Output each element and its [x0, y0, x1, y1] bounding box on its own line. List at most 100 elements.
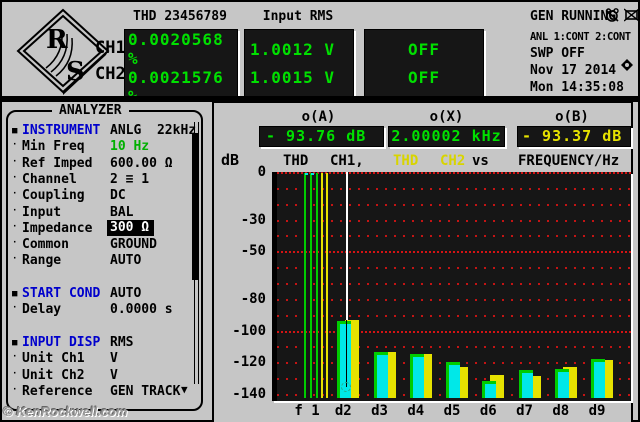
menu-item-value: AUTO: [110, 286, 141, 301]
item-marker-icon: ·: [12, 173, 17, 183]
bar-ch1-d8: [555, 369, 569, 398]
fundamental-outline-ch1-2: [316, 173, 318, 398]
y-tick--100: -100: [220, 323, 266, 339]
menu-item-value: V: [110, 351, 118, 366]
section-marker-icon: ■: [12, 126, 17, 136]
thd-header: THD 23456789: [124, 9, 236, 24]
fundamental-outline-ch2-0: [321, 173, 323, 398]
gridline--110db: [277, 346, 631, 348]
menu-item-value: DC: [110, 188, 126, 203]
menu-item-instrument[interactable]: ■INSTRUMENTANLG 22kHz: [12, 123, 196, 139]
x-tick-d8: d8: [541, 403, 581, 419]
menu-item-label: Input: [22, 205, 61, 220]
mouse-disabled-icon: [605, 8, 620, 22]
x-tick-d3: d3: [360, 403, 400, 419]
menu-item-value: RMS: [110, 335, 133, 350]
x-tick-d4: d4: [396, 403, 436, 419]
section-marker-icon: ■: [12, 338, 17, 348]
menu-item-input[interactable]: ·InputBAL: [12, 205, 196, 221]
date-label: Nov 17 2014: [530, 63, 616, 78]
menu-item-label: Unit Ch2: [22, 368, 85, 383]
ch2-label: CH2: [95, 64, 126, 84]
gridline--40db: [277, 235, 631, 237]
rms-ch2-value: 1.0015 V: [245, 68, 353, 87]
cursor-line-inner: [346, 320, 347, 387]
menu-item-min-freq[interactable]: ·Min Freq10 Hz: [12, 139, 196, 155]
ch1-label: CH1: [95, 38, 126, 58]
menu-item-impedance[interactable]: · Impedance 300 Ω: [12, 221, 196, 237]
menu-item-start-cond[interactable]: ■ START COND AUTO: [12, 286, 196, 302]
bar-ch1-d4: [410, 354, 424, 398]
y-tick--140: -140: [220, 386, 266, 402]
readout-x-label: o(X): [388, 110, 505, 125]
y-tick-0: 0: [220, 164, 266, 180]
menu-item-label: START COND: [22, 286, 100, 301]
clock-icon: [621, 59, 633, 71]
menu-item-value: 600.00 Ω: [110, 156, 173, 171]
x-tick-d2: d2: [323, 403, 363, 419]
thd-ch1-value: 0.0020568 %: [125, 30, 237, 68]
menu-item-range[interactable]: ·RangeAUTO: [12, 253, 196, 269]
input-rms-header: Input RMS: [244, 9, 352, 24]
readout-b-label: o(B): [517, 110, 627, 125]
chart-title-part-3: CH2: [440, 153, 465, 169]
y-tick--30: -30: [220, 212, 266, 228]
item-marker-icon: ·: [12, 385, 17, 395]
menu-item-label: Coupling: [22, 188, 85, 203]
menu-item-value[interactable]: 300 Ω: [107, 220, 154, 236]
x-tick-d5: d5: [432, 403, 472, 419]
menu-item-label: Common: [22, 237, 69, 252]
chart-title-part-4: vs: [472, 153, 489, 169]
thd-display: 0.0020568 % 0.0021576 %: [124, 29, 238, 98]
menu-item-value: 10 Hz: [110, 139, 149, 154]
anl-status: ANL 1:CONT 2:CONT: [530, 31, 631, 44]
menu-item-ref-imped[interactable]: ·Ref Imped600.00 Ω: [12, 156, 196, 172]
section-marker-icon: ■: [12, 289, 17, 299]
y-tick--120: -120: [220, 354, 266, 370]
bar-ch1-d5: [446, 362, 460, 398]
x-tick-d6: d6: [468, 403, 508, 419]
menu-item-value: AUTO: [110, 253, 141, 268]
x-tick-d9: d9: [577, 403, 617, 419]
menu-scroll-down-icon[interactable]: ▼: [181, 383, 188, 396]
logo-letter-s: S: [66, 57, 85, 87]
logo-letter-r: R: [46, 25, 68, 55]
menu-scrollbar-thumb[interactable]: [192, 133, 199, 280]
menu-item-common[interactable]: ·CommonGROUND: [12, 237, 196, 253]
readout-b-value: - 93.37 dB: [517, 126, 631, 147]
aux-ch1-value: OFF: [365, 40, 483, 59]
item-marker-icon: ·: [12, 352, 17, 362]
menu-item-value: GROUND: [110, 237, 157, 252]
menu-item-label: Ref Imped: [22, 156, 92, 171]
chart-title-part-5: FREQUENCY/Hz: [518, 153, 619, 169]
gridline--70db: [277, 283, 631, 285]
menu-item-value: BAL: [110, 205, 133, 220]
readout-a-value: - 93.76 dB: [259, 126, 384, 147]
bar-ch1-d7: [519, 370, 533, 398]
menu-item-input-disp[interactable]: ■INPUT DISPRMS: [12, 335, 196, 351]
gridline--80db: [277, 299, 631, 301]
item-marker-icon: ·: [12, 369, 17, 379]
item-marker-icon: ·: [12, 222, 17, 232]
keyboard-disabled-icon: [624, 8, 639, 22]
menu-item-channel[interactable]: ·Channel2 ≡ 1: [12, 172, 196, 188]
menu-item-unit-ch1[interactable]: ·Unit Ch1V: [12, 351, 196, 367]
menu-item-unit-ch2[interactable]: ·Unit Ch2V: [12, 368, 196, 384]
readout-x-value: 2.00002 kHz: [388, 126, 505, 147]
menu-item-label: Impedance: [22, 221, 92, 236]
readout-a-label: o(A): [259, 110, 378, 125]
fundamental-outline-ch2-1: [326, 173, 328, 398]
chart-title-part-0: THD: [283, 153, 308, 169]
menu-item-label: Channel: [22, 172, 77, 187]
y-tick--80: -80: [220, 291, 266, 307]
menu-item-delay[interactable]: ·Delay0.0000 s: [12, 302, 196, 318]
aux-display: OFF OFF: [364, 29, 484, 98]
menu-item-reference[interactable]: ·ReferenceGEN TRACK: [12, 384, 196, 400]
gen-status: GEN RUNNING: [530, 9, 616, 24]
gridline--30db: [277, 220, 631, 222]
cursor-line[interactable]: [346, 172, 348, 320]
menu-item-label: INSTRUMENT: [22, 123, 100, 138]
swp-status: SWP OFF: [530, 46, 585, 61]
menu-item-coupling[interactable]: ·CouplingDC: [12, 188, 196, 204]
bar-ch1-d6: [482, 381, 496, 398]
